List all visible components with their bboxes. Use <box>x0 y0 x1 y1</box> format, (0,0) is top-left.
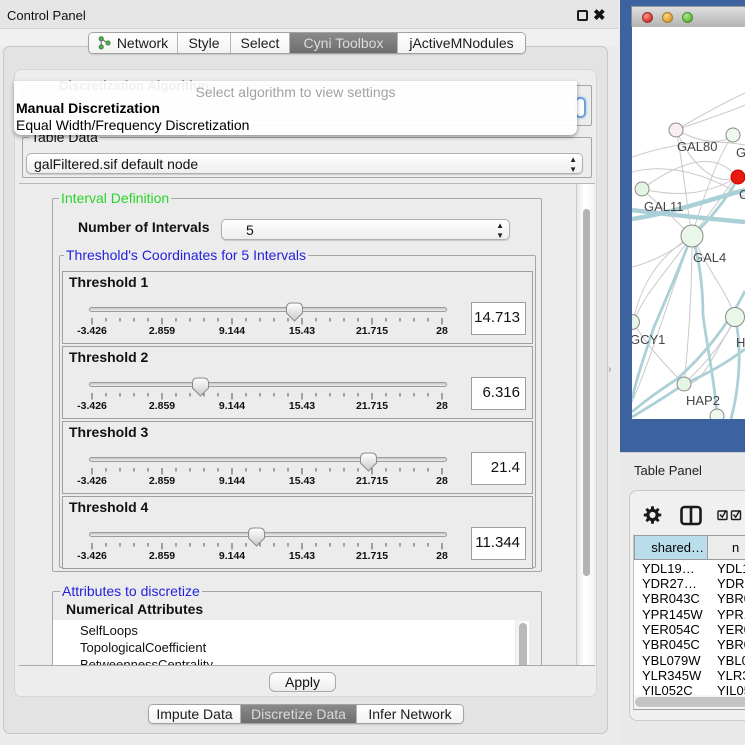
svg-text:GAL80: GAL80 <box>677 139 717 154</box>
svg-text:C: C <box>739 187 745 202</box>
svg-text:GAL11: GAL11 <box>644 199 684 214</box>
svg-text:GAL4: GAL4 <box>693 250 726 265</box>
svg-text:GCY1: GCY1 <box>632 332 665 347</box>
svg-text:HAP2: HAP2 <box>686 393 720 408</box>
svg-text:G: G <box>736 145 745 160</box>
svg-text:H: H <box>736 335 745 350</box>
